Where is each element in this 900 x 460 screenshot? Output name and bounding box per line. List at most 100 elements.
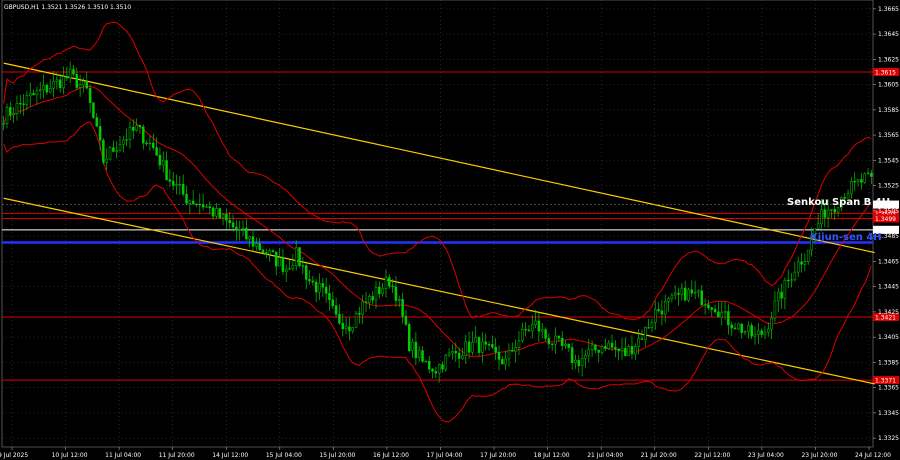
y-tick-label: 1.3665	[878, 6, 899, 13]
candle-body	[271, 250, 275, 253]
candle-body	[816, 223, 820, 230]
candle-body	[281, 257, 285, 272]
x-tick-label: 21 Jul 04:00	[587, 452, 623, 459]
candle-body	[265, 252, 268, 255]
candle-body	[354, 313, 358, 328]
candle-body	[474, 337, 477, 343]
candle-body	[132, 126, 135, 131]
candle-body	[344, 326, 348, 330]
candle-body	[52, 81, 55, 89]
candle-body	[743, 331, 747, 333]
candle-body	[165, 160, 168, 180]
candle-body	[687, 289, 690, 301]
candle-body	[248, 236, 251, 240]
candle-body	[421, 350, 424, 362]
candle-body	[730, 324, 733, 329]
candle-body	[201, 204, 205, 208]
candle-body	[693, 291, 697, 294]
senkou-span-b-label: Senkou Span B 4H	[787, 197, 890, 208]
candle-body	[427, 361, 431, 370]
candle-body	[328, 293, 331, 300]
candle-body	[517, 340, 521, 348]
candle-body	[657, 309, 660, 312]
candle-body	[757, 330, 760, 335]
candle-body	[484, 341, 487, 345]
candle-body	[82, 81, 85, 85]
candle-body	[451, 351, 454, 354]
candle-body	[786, 279, 790, 282]
candle-body	[72, 69, 75, 75]
candle-body	[45, 84, 49, 93]
candle-body	[138, 125, 142, 128]
candle-body	[228, 219, 231, 223]
y-tick-label: 1.3645	[878, 31, 899, 38]
candle-body	[580, 357, 584, 367]
candle-body	[35, 90, 39, 96]
candle-body	[800, 261, 803, 265]
candle-body	[231, 222, 235, 228]
candle-body	[540, 329, 544, 332]
candle-body	[245, 227, 248, 240]
candle-body	[348, 326, 351, 332]
candle-body	[634, 346, 637, 355]
candle-body	[341, 322, 345, 330]
candle-body	[567, 343, 571, 348]
candle-body	[590, 344, 594, 351]
candle-body	[521, 328, 524, 341]
candle-body	[391, 285, 394, 288]
candle-body	[211, 207, 215, 217]
candle-body	[25, 95, 29, 105]
candle-body	[105, 158, 108, 163]
candle-body	[833, 209, 837, 213]
candle-body	[727, 311, 730, 326]
candle-body	[477, 337, 481, 353]
candle-body	[650, 321, 654, 328]
candle-body	[713, 309, 717, 313]
candle-body	[703, 304, 707, 306]
candle-body	[268, 250, 271, 255]
candle-body	[574, 359, 577, 363]
candle-body	[161, 160, 165, 166]
y-tick-label: 1.3325	[878, 435, 899, 442]
candle-body	[697, 290, 700, 293]
candle-body	[737, 323, 740, 330]
candle-body	[251, 236, 255, 247]
candle-body	[118, 144, 122, 151]
x-tick-label: 17 Jul 04:00	[427, 452, 463, 459]
candle-body	[487, 344, 491, 346]
x-tick-label: 15 Jul 20:00	[319, 452, 355, 459]
candle-body	[122, 139, 125, 145]
candle-body	[301, 265, 305, 267]
candle-body	[866, 172, 870, 175]
candle-body	[690, 289, 694, 294]
candle-body	[417, 350, 421, 358]
candle-body	[441, 364, 444, 370]
level-price-label: 1.3371	[875, 378, 896, 385]
candle-body	[125, 139, 128, 141]
candle-body	[185, 193, 188, 204]
candle-body	[760, 330, 763, 335]
y-tick-label: 1.3625	[878, 56, 899, 63]
candle-body	[275, 251, 278, 267]
candle-body	[554, 335, 557, 345]
candle-body	[92, 102, 95, 118]
candle-body	[284, 268, 288, 272]
candle-body	[58, 79, 62, 89]
candle-body	[767, 328, 770, 333]
x-tick-label: 21 Jul 20:00	[641, 452, 677, 459]
candle-body	[720, 312, 723, 318]
candle-body	[158, 154, 162, 166]
candle-body	[351, 327, 354, 332]
candle-body	[777, 291, 780, 302]
candle-body	[404, 315, 408, 325]
candle-body	[215, 208, 218, 217]
x-tick-label: 14 Jul 12:00	[212, 452, 248, 459]
candle-body	[321, 283, 325, 288]
y-tick-label: 1.3385	[878, 359, 899, 366]
candle-body	[617, 348, 620, 352]
candle-body	[142, 126, 145, 144]
candle-body	[823, 209, 827, 218]
candle-body	[584, 354, 587, 359]
candle-body	[504, 358, 507, 365]
candle-body	[471, 341, 474, 353]
